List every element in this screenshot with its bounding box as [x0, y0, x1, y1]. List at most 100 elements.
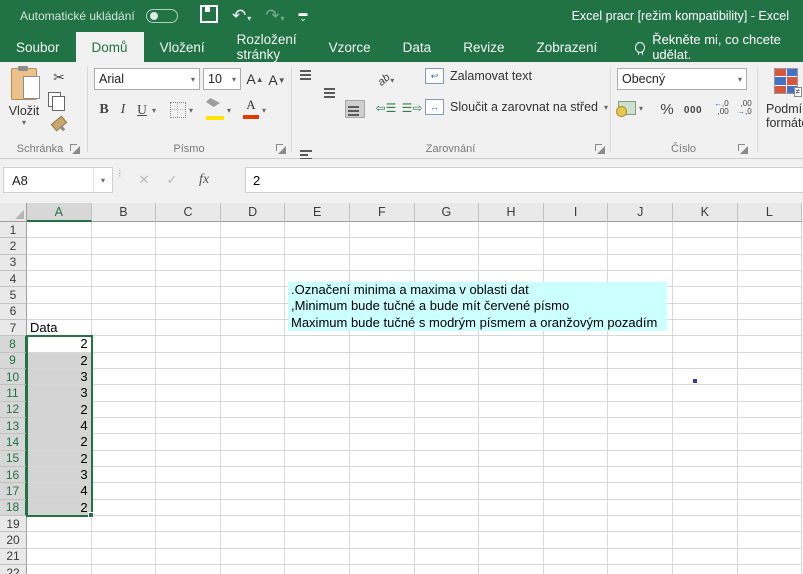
- cell-K11[interactable]: [673, 385, 738, 401]
- cell-C20[interactable]: [156, 532, 221, 548]
- cell-E8[interactable]: [285, 336, 350, 352]
- cell-C14[interactable]: [156, 434, 221, 450]
- cell-A6[interactable]: [27, 304, 92, 320]
- cell-H8[interactable]: [479, 336, 544, 352]
- align-top-button[interactable]: [298, 69, 316, 85]
- cell-L21[interactable]: [738, 549, 803, 565]
- tab-vložení[interactable]: Vložení: [144, 32, 221, 62]
- enter-button[interactable]: ✓: [158, 167, 186, 193]
- cell-E21[interactable]: [285, 549, 350, 565]
- increase-decimal-button[interactable]: ←,0,00: [714, 100, 729, 116]
- bold-button[interactable]: B: [95, 100, 113, 120]
- cell-F21[interactable]: [350, 549, 415, 565]
- cell-A10[interactable]: 3: [27, 369, 92, 385]
- row-header-13[interactable]: 13: [0, 418, 27, 434]
- cell-L4[interactable]: [738, 271, 803, 287]
- cell-I17[interactable]: [544, 483, 609, 499]
- cell-C12[interactable]: [156, 402, 221, 418]
- column-header-J[interactable]: J: [608, 203, 673, 222]
- cell-C21[interactable]: [156, 549, 221, 565]
- cell-A18[interactable]: 2: [27, 500, 92, 516]
- cell-B8[interactable]: [92, 336, 157, 352]
- cell-L9[interactable]: [738, 353, 803, 369]
- cell-I9[interactable]: [544, 353, 609, 369]
- cell-K9[interactable]: [673, 353, 738, 369]
- cell-L3[interactable]: [738, 255, 803, 271]
- cell-I2[interactable]: [544, 238, 609, 254]
- row-header-18[interactable]: 18: [0, 500, 27, 516]
- cell-K10[interactable]: [673, 369, 738, 385]
- row-header-20[interactable]: 20: [0, 532, 27, 548]
- tab-domů[interactable]: Domů: [76, 32, 144, 62]
- cell-E10[interactable]: [285, 369, 350, 385]
- cell-K21[interactable]: [673, 549, 738, 565]
- cell-F14[interactable]: [350, 434, 415, 450]
- column-header-F[interactable]: F: [350, 203, 415, 222]
- cell-H14[interactable]: [479, 434, 544, 450]
- cell-K18[interactable]: [673, 500, 738, 516]
- cell-C18[interactable]: [156, 500, 221, 516]
- redo-caret-icon[interactable]: ▾: [281, 14, 285, 23]
- fill-handle[interactable]: [88, 512, 94, 518]
- cell-A5[interactable]: [27, 287, 92, 303]
- cell-J21[interactable]: [608, 549, 673, 565]
- cell-K16[interactable]: [673, 467, 738, 483]
- cell-G10[interactable]: [415, 369, 480, 385]
- cell-A14[interactable]: 2: [27, 434, 92, 450]
- underline-caret-icon[interactable]: ▾: [152, 106, 156, 115]
- cell-G9[interactable]: [415, 353, 480, 369]
- column-header-H[interactable]: H: [479, 203, 544, 222]
- cell-D11[interactable]: [221, 385, 286, 401]
- shrink-font-button[interactable]: A▼: [268, 70, 286, 90]
- alignment-dialog-launcher[interactable]: [595, 144, 605, 154]
- cell-G13[interactable]: [415, 418, 480, 434]
- tab-data[interactable]: Data: [387, 32, 448, 62]
- cell-D15[interactable]: [221, 451, 286, 467]
- cell-H9[interactable]: [479, 353, 544, 369]
- cell-L5[interactable]: [738, 287, 803, 303]
- cell-G21[interactable]: [415, 549, 480, 565]
- cell-J11[interactable]: [608, 385, 673, 401]
- cell-B11[interactable]: [92, 385, 157, 401]
- cell-L1[interactable]: [738, 222, 803, 238]
- cell-F22[interactable]: [350, 565, 415, 574]
- cell-C16[interactable]: [156, 467, 221, 483]
- cell-L13[interactable]: [738, 418, 803, 434]
- accounting-format-button[interactable]: ▾: [618, 101, 643, 115]
- cell-J14[interactable]: [608, 434, 673, 450]
- cell-D7[interactable]: [221, 320, 286, 336]
- cell-E3[interactable]: [285, 255, 350, 271]
- cell-F10[interactable]: [350, 369, 415, 385]
- cell-H22[interactable]: [479, 565, 544, 574]
- cell-L14[interactable]: [738, 434, 803, 450]
- cell-C22[interactable]: [156, 565, 221, 574]
- decrease-decimal-button[interactable]: ,00→,0: [737, 100, 752, 116]
- cancel-button[interactable]: ✕: [130, 167, 158, 193]
- column-header-L[interactable]: L: [738, 203, 803, 222]
- cell-D1[interactable]: [221, 222, 286, 238]
- formula-bar-grip[interactable]: ⁝: [118, 171, 122, 177]
- cell-A22[interactable]: [27, 565, 92, 574]
- cell-L12[interactable]: [738, 402, 803, 418]
- cell-H2[interactable]: [479, 238, 544, 254]
- orientation-button[interactable]: ab▾: [378, 70, 394, 88]
- cell-D3[interactable]: [221, 255, 286, 271]
- cell-F15[interactable]: [350, 451, 415, 467]
- cell-L10[interactable]: [738, 369, 803, 385]
- cell-G14[interactable]: [415, 434, 480, 450]
- cell-D8[interactable]: [221, 336, 286, 352]
- cell-I12[interactable]: [544, 402, 609, 418]
- column-header-E[interactable]: E: [285, 203, 350, 222]
- format-painter-button[interactable]: [48, 114, 70, 132]
- cell-D22[interactable]: [221, 565, 286, 574]
- cell-K20[interactable]: [673, 532, 738, 548]
- cell-I10[interactable]: [544, 369, 609, 385]
- column-header-I[interactable]: I: [544, 203, 609, 222]
- cell-G15[interactable]: [415, 451, 480, 467]
- cell-C19[interactable]: [156, 516, 221, 532]
- cell-G16[interactable]: [415, 467, 480, 483]
- undo-caret-icon[interactable]: ▾: [247, 14, 251, 23]
- cell-L22[interactable]: [738, 565, 803, 574]
- row-header-14[interactable]: 14: [0, 434, 27, 450]
- cell-J3[interactable]: [608, 255, 673, 271]
